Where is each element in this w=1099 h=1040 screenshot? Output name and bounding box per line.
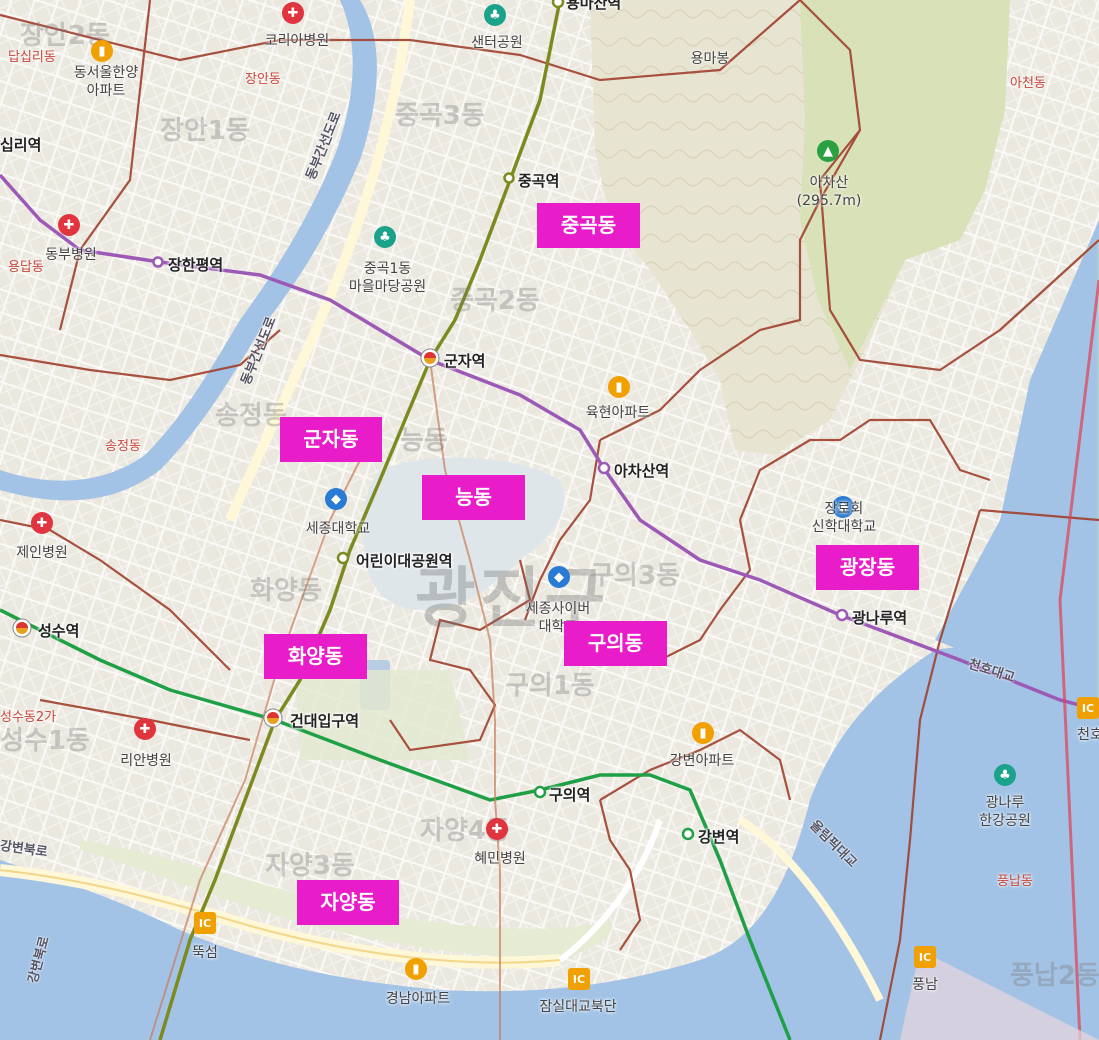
ghost-label: 중곡3동 xyxy=(395,101,485,131)
poi-label[interactable]: 육현아파트 xyxy=(570,404,666,422)
poi-label[interactable]: 동서울한양 아파트 xyxy=(56,64,156,100)
poi-label[interactable]: 샌터공원 xyxy=(452,34,542,52)
dong-tag-junggok[interactable]: 중곡동 xyxy=(537,203,640,248)
ic-badge: IC xyxy=(914,946,936,968)
ic-label: 잠실대교북단 xyxy=(539,999,617,1015)
ghost-label: 구의1동 xyxy=(505,671,595,701)
dong-tag-neung[interactable]: 능동 xyxy=(422,475,525,520)
ghost-label: 장안1동 xyxy=(160,116,250,146)
apartment-icon[interactable]: ▮ xyxy=(405,958,427,980)
ghost-label: 자양3동 xyxy=(265,851,355,881)
ic-label: 천호 xyxy=(1077,727,1099,743)
poi-label[interactable]: 리안병원 xyxy=(104,752,188,770)
ic-badge: IC xyxy=(194,912,216,934)
dong-tag-jayang[interactable]: 자양동 xyxy=(297,880,399,925)
station-label-gwangnaru[interactable]: 광나루역 xyxy=(852,607,907,628)
ghost-label: 화양동 xyxy=(250,576,322,606)
mountain-icon[interactable]: ▲ xyxy=(817,140,839,162)
university-icon[interactable]: ◆ xyxy=(548,566,570,588)
park-icon[interactable]: ♣ xyxy=(484,4,506,26)
hospital-icon[interactable]: ✚ xyxy=(282,2,304,24)
dong-label: 아천동 xyxy=(1010,76,1046,91)
park-icon[interactable]: ♣ xyxy=(994,764,1016,786)
dong-tag-hwayang[interactable]: 화양동 xyxy=(264,634,367,679)
apartment-icon[interactable]: ▮ xyxy=(692,722,714,744)
dong-label: 답십리동 xyxy=(8,50,56,65)
station-label-gunja[interactable]: 군자역 xyxy=(444,350,485,371)
poi-label[interactable]: 중곡1동 마을마당공원 xyxy=(330,260,445,296)
hospital-icon[interactable]: ✚ xyxy=(134,718,156,740)
dong-tag-gunja[interactable]: 군자동 xyxy=(280,417,382,462)
apartment-icon[interactable]: ▮ xyxy=(91,40,113,62)
poi-label[interactable]: 광나루 한강공원 xyxy=(960,794,1050,830)
station-label-simni[interactable]: 십리역 xyxy=(0,134,41,155)
dong-label: 풍납동 xyxy=(997,874,1033,889)
ic-label: 풍남 xyxy=(912,977,938,993)
ghost-label: 성수1동 xyxy=(0,726,90,756)
map-canvas[interactable]: 광진구 장안1동 중곡3동 중곡2동 송정동 능동 화양동 자양3동 구의1동 … xyxy=(0,0,1099,1040)
station-label-childrens-park[interactable]: 어린이대공원역 xyxy=(356,550,453,571)
hospital-icon[interactable]: ✚ xyxy=(31,512,53,534)
ic-badge: IC xyxy=(568,968,590,990)
station-label-top[interactable]: 용마산역 xyxy=(566,0,621,13)
hospital-icon[interactable]: ✚ xyxy=(486,818,508,840)
station-label-seongsu[interactable]: 성수역 xyxy=(38,620,79,641)
poi-label[interactable]: 장로회 신학대학교 xyxy=(796,500,892,536)
station-label-guui[interactable]: 구의역 xyxy=(549,784,590,805)
university-icon[interactable]: ◆ xyxy=(325,488,347,510)
ghost-label: 송정동 xyxy=(215,401,287,431)
dong-label: 송정동 xyxy=(105,439,141,454)
ghost-label: 풍납2동 xyxy=(1010,961,1099,991)
poi-label[interactable]: 코리아병원 xyxy=(252,32,342,50)
station-label-janghanpyeong[interactable]: 장한평역 xyxy=(168,254,223,275)
dong-tag-guui[interactable]: 구의동 xyxy=(564,621,667,666)
station-label-konkuk[interactable]: 건대입구역 xyxy=(290,710,359,731)
poi-label[interactable]: 제인병원 xyxy=(0,544,84,562)
ghost-label: 구의3동 xyxy=(590,561,680,591)
ic-label: 뚝섬 xyxy=(192,945,218,961)
station-label-achasan[interactable]: 아차산역 xyxy=(614,460,669,481)
poi-label[interactable]: 아차산 (295.7m) xyxy=(784,174,874,210)
poi-label[interactable]: 용마봉 xyxy=(680,50,740,68)
station-label-gangbyeon[interactable]: 강변역 xyxy=(698,826,739,847)
ghost-label: 능동 xyxy=(400,426,448,456)
ic-badge: IC xyxy=(1077,697,1099,719)
poi-label[interactable]: 경남아파트 xyxy=(368,990,468,1008)
poi-label[interactable]: 강변아파트 xyxy=(654,752,750,770)
station-label-junggok[interactable]: 중곡역 xyxy=(518,170,559,191)
poi-label[interactable]: 세종대학교 xyxy=(290,520,386,538)
map-base-layer xyxy=(0,0,1099,1040)
dong-label: 장안동 xyxy=(245,72,281,87)
dong-label: 성수동2가 xyxy=(0,710,57,725)
park-icon[interactable]: ♣ xyxy=(374,226,396,248)
poi-label[interactable]: 혜민병원 xyxy=(458,850,542,868)
hospital-icon[interactable]: ✚ xyxy=(58,214,80,236)
poi-label[interactable]: 동부병원 xyxy=(36,246,106,264)
apartment-icon[interactable]: ▮ xyxy=(608,376,630,398)
dong-tag-gwangjang[interactable]: 광장동 xyxy=(816,545,919,590)
ghost-label: 중곡2동 xyxy=(450,286,540,316)
